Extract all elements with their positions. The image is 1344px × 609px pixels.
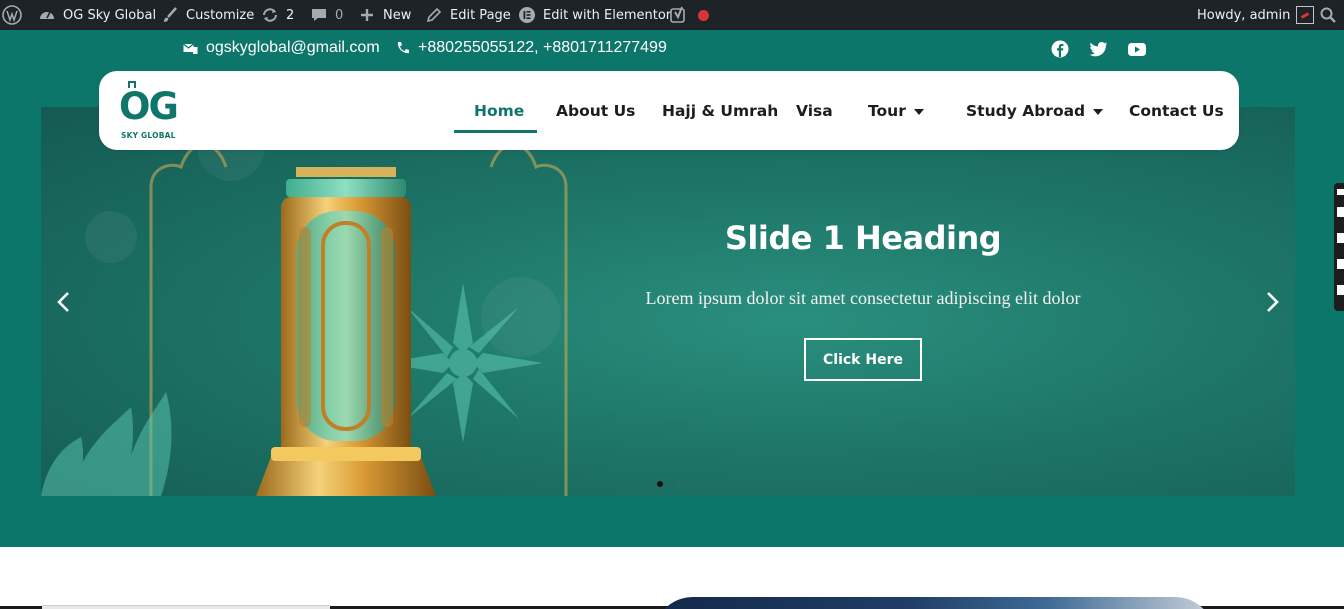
- howdy-label: Howdy, admin: [1197, 7, 1291, 23]
- slide-text: Lorem ipsum dolor sit amet consectetur a…: [645, 288, 1081, 308]
- dashboard-icon: [37, 5, 57, 25]
- side-tool-icon[interactable]: [1337, 233, 1344, 243]
- hero-slider: Slide 1 Heading Lorem ipsum dolor sit am…: [41, 107, 1295, 496]
- nav-home[interactable]: Home: [474, 71, 524, 150]
- youtube-link[interactable]: [1126, 38, 1148, 60]
- record-dot-icon: [698, 9, 709, 21]
- slider-dot-1[interactable]: [657, 481, 663, 487]
- new-content-link[interactable]: New: [357, 0, 411, 30]
- nav-home-label: Home: [474, 101, 525, 120]
- chevron-right-icon: [1267, 292, 1279, 312]
- updates-count: 2: [286, 7, 295, 23]
- logo-text: OG: [119, 85, 179, 128]
- chevron-down-icon: [913, 108, 924, 115]
- side-tool-icon[interactable]: [1337, 189, 1344, 195]
- nav-tour-label: Tour: [868, 101, 906, 120]
- comments-count: 0: [335, 7, 344, 23]
- admin-search[interactable]: [1318, 0, 1338, 30]
- nav-contact-us-label: Contact Us: [1129, 101, 1224, 120]
- phone-icon: [397, 42, 409, 54]
- email-text: ogskyglobal@gmail.com: [206, 39, 380, 56]
- site-name-link[interactable]: OG Sky Global: [37, 0, 156, 30]
- facebook-link[interactable]: [1049, 38, 1071, 60]
- edit-elementor-link[interactable]: Edit with Elementor: [517, 0, 671, 30]
- my-account-link[interactable]: Howdy, admin: [1197, 0, 1315, 30]
- edit-page-label: Edit Page: [450, 7, 511, 23]
- edit-elementor-label: Edit with Elementor: [543, 7, 672, 23]
- mail-icon: [183, 43, 198, 54]
- plus-icon: [357, 5, 377, 25]
- site-logo[interactable]: OG SKY GLOBAL: [119, 81, 179, 143]
- updates-link[interactable]: 2: [260, 0, 294, 30]
- yoast-menu[interactable]: [668, 0, 688, 30]
- facebook-icon: [1051, 40, 1069, 58]
- nav-about-us[interactable]: About Us: [556, 71, 635, 150]
- nav-visa[interactable]: Visa: [796, 71, 833, 150]
- slider-dot-2[interactable]: [675, 481, 681, 487]
- twitter-icon: [1089, 41, 1107, 57]
- comment-icon: [309, 5, 329, 25]
- floating-side-toolbar[interactable]: [1334, 183, 1344, 311]
- nav-active-indicator: [454, 130, 537, 133]
- chevron-down-icon: [1093, 108, 1104, 115]
- slider-prev-arrow[interactable]: [51, 287, 75, 317]
- pencil-icon: [424, 5, 444, 25]
- youtube-icon: [1128, 42, 1146, 56]
- record-dot[interactable]: [698, 0, 709, 30]
- search-icon: [1318, 5, 1338, 25]
- brush-icon: [160, 5, 180, 25]
- slider-next-arrow[interactable]: [1261, 287, 1285, 317]
- side-tool-icon[interactable]: [1337, 285, 1344, 295]
- bottom-feature-image: [653, 597, 1215, 609]
- nav-visa-label: Visa: [796, 101, 833, 120]
- admin-bar: OG Sky Global Customize 2 0 New Edit Pag…: [0, 0, 1344, 30]
- twitter-link[interactable]: [1087, 38, 1109, 60]
- updates-icon: [260, 5, 280, 25]
- phone-text: +880255055122, +8801711277499: [418, 39, 667, 56]
- site-name: OG Sky Global: [63, 7, 157, 23]
- phone-contact[interactable]: +880255055122, +8801711277499: [396, 30, 667, 66]
- comments-link[interactable]: 0: [309, 0, 343, 30]
- nav-study-abroad-label: Study Abroad: [966, 101, 1086, 120]
- chevron-left-icon: [57, 292, 69, 312]
- elementor-icon: [517, 5, 537, 25]
- nav-tour[interactable]: Tour: [868, 71, 924, 150]
- slide-heading: Slide 1 Heading: [724, 219, 1002, 257]
- nav-hajj-umrah-label: Hajj & Umrah: [662, 101, 779, 120]
- yoast-icon: [668, 5, 688, 25]
- side-tool-icon[interactable]: [1337, 207, 1344, 217]
- site-header: OG SKY GLOBAL Home About Us Hajj & Umrah…: [99, 71, 1239, 150]
- bottom-left-panel: [42, 605, 330, 609]
- nav-about-us-label: About Us: [556, 101, 636, 120]
- wordpress-menu[interactable]: [2, 0, 22, 30]
- email-contact[interactable]: ogskyglobal@gmail.com: [183, 30, 380, 66]
- customize-label: Customize: [186, 7, 255, 23]
- customize-link[interactable]: Customize: [160, 0, 254, 30]
- slide-cta-button[interactable]: Click Here: [804, 338, 922, 381]
- wordpress-icon: [2, 5, 22, 25]
- edit-page-link[interactable]: Edit Page: [424, 0, 511, 30]
- avatar: [1296, 6, 1315, 24]
- nav-study-abroad[interactable]: Study Abroad: [966, 71, 1104, 150]
- lantern-illustration: [41, 113, 568, 496]
- nav-hajj-umrah[interactable]: Hajj & Umrah: [662, 71, 778, 150]
- side-tool-icon[interactable]: [1337, 259, 1344, 269]
- logo-subtext: SKY GLOBAL: [121, 131, 176, 140]
- new-label: New: [383, 7, 412, 23]
- nav-contact-us[interactable]: Contact Us: [1129, 71, 1224, 150]
